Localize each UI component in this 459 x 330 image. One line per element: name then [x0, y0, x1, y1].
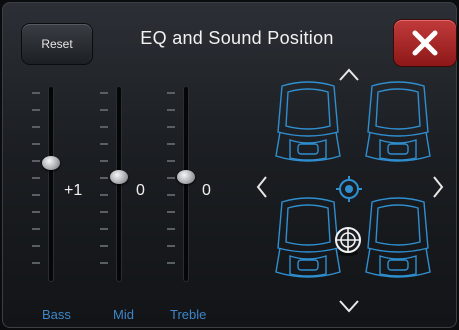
slider-tick — [167, 211, 175, 213]
slider-track — [183, 86, 189, 282]
slider-tick — [100, 160, 108, 162]
treble-label: Treble — [170, 307, 207, 322]
slider-tick — [32, 109, 40, 111]
slider-tick — [32, 211, 40, 213]
chevron-left-icon[interactable] — [254, 174, 270, 200]
slider-tick — [100, 228, 108, 230]
page-title: EQ and Sound Position — [140, 28, 334, 48]
slider-tick — [167, 177, 175, 179]
slider-tick — [100, 177, 108, 179]
slider-tick — [32, 262, 40, 264]
bass-label: Bass — [42, 307, 71, 322]
mid-label: Mid — [113, 307, 134, 322]
slider-knob[interactable] — [110, 170, 128, 184]
slider-tick — [100, 262, 108, 264]
slider-tick — [32, 143, 40, 145]
slider-tick — [32, 194, 40, 196]
seat-front-left[interactable] — [272, 80, 344, 168]
slider-tick — [167, 143, 175, 145]
slider-tick — [32, 126, 40, 128]
slider-tick — [167, 160, 175, 162]
crosshair-icon[interactable] — [333, 225, 363, 257]
close-icon — [412, 30, 438, 56]
treble-value: 0 — [202, 182, 211, 199]
seat-front-right[interactable] — [362, 80, 434, 168]
slider-knob[interactable] — [42, 155, 60, 170]
reset-button[interactable]: Reset — [22, 24, 92, 64]
slider-tick — [167, 262, 175, 264]
slider-tick — [167, 228, 175, 230]
eq-panel: Reset EQ and Sound Position +1 Bass 0 Mi… — [2, 2, 457, 328]
slider-tick — [100, 194, 108, 196]
slider-tick — [32, 245, 40, 247]
slider-track — [48, 86, 54, 282]
slider-tick — [167, 194, 175, 196]
slider-tick — [32, 177, 40, 179]
close-button[interactable] — [394, 20, 456, 66]
slider-tick — [32, 228, 40, 230]
slider-tick — [167, 126, 175, 128]
slider-tick — [100, 211, 108, 213]
slider-tick — [100, 143, 108, 145]
slider-knob[interactable] — [177, 170, 195, 184]
slider-tick — [167, 109, 175, 111]
slider-tick — [100, 126, 108, 128]
slider-tick — [167, 245, 175, 247]
slider-tick — [32, 92, 40, 94]
seat-rear-right[interactable] — [362, 196, 434, 284]
slider-tick — [100, 92, 108, 94]
mid-value: 0 — [136, 182, 145, 199]
slider-track — [116, 86, 122, 282]
chevron-down-icon[interactable] — [337, 298, 361, 314]
slider-tick — [100, 109, 108, 111]
slider-tick — [32, 160, 40, 162]
target-icon[interactable] — [335, 175, 363, 203]
bass-value: +1 — [64, 182, 83, 199]
slider-tick — [100, 245, 108, 247]
slider-tick — [167, 92, 175, 94]
